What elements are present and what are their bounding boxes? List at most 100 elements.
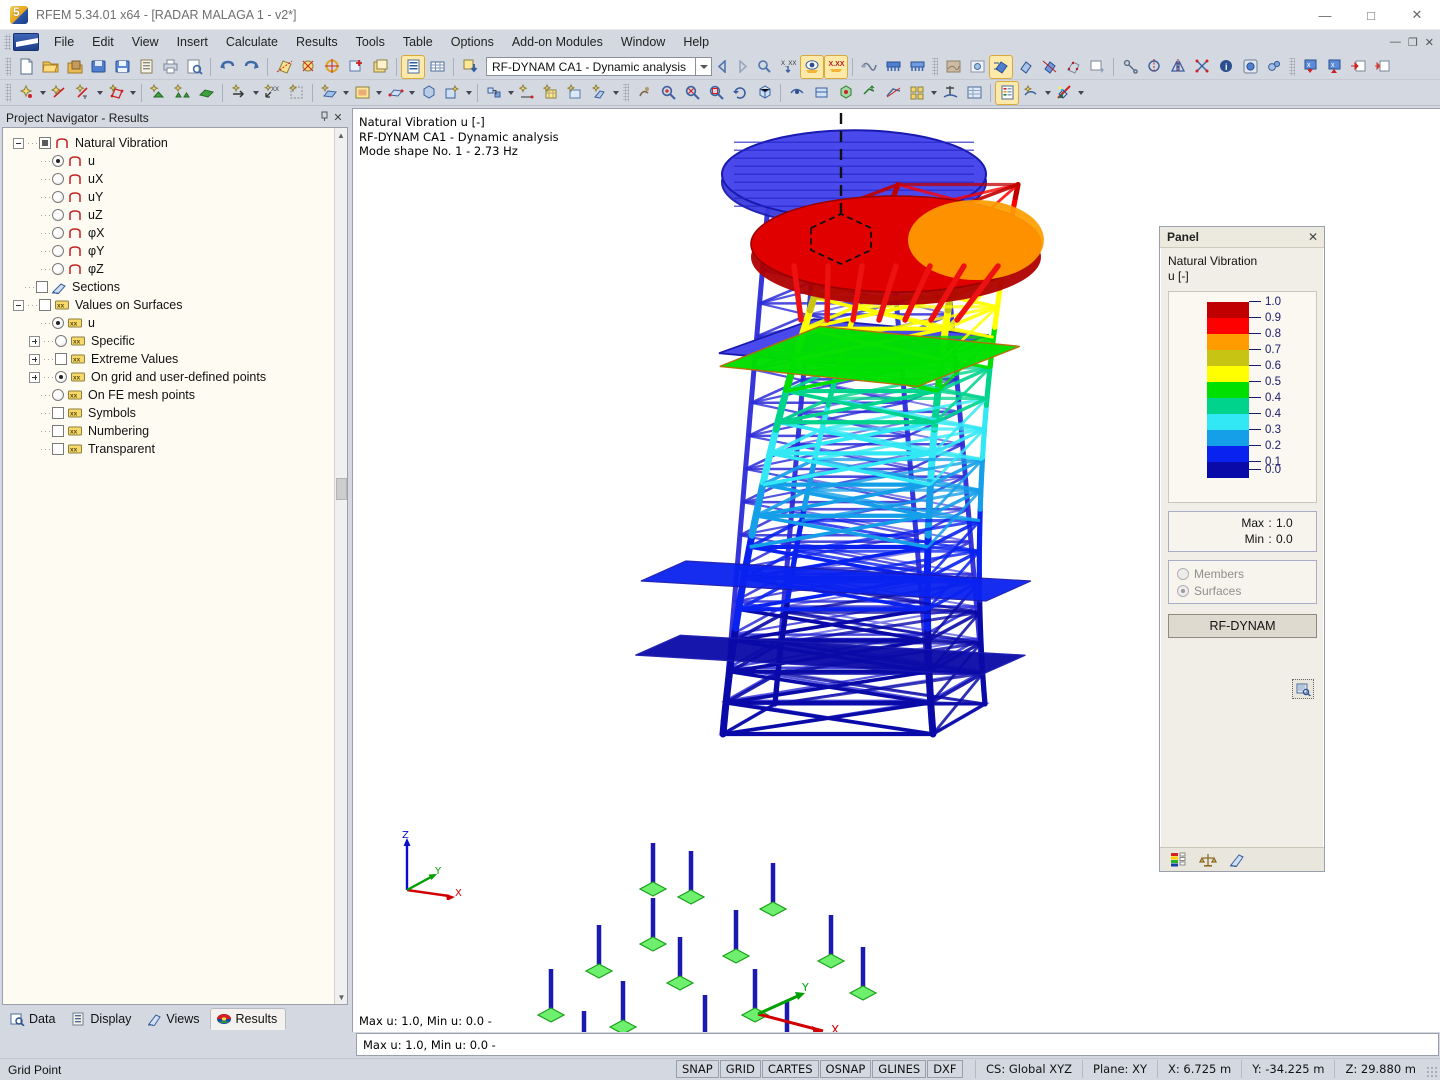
load-case-selector[interactable]: RF-DYNAM CA1 - Dynamic analysis (486, 57, 712, 76)
color-legend[interactable]: 1.00.90.80.70.60.50.40.40.30.20.10.0 (1168, 291, 1317, 503)
section-cut-icon[interactable] (882, 82, 904, 104)
toolbar-grip-handle-3[interactable] (1289, 58, 1295, 76)
redo-icon[interactable] (240, 56, 262, 78)
print-view-icon[interactable] (1086, 56, 1108, 78)
navigator-tab-results[interactable]: Results (210, 1008, 287, 1030)
snap-settings-icon[interactable] (297, 56, 319, 78)
menu-item-options[interactable]: Options (442, 32, 503, 52)
menu-item-edit[interactable]: Edit (83, 32, 123, 52)
menu-item-window[interactable]: Window (612, 32, 674, 52)
tree-radio[interactable] (52, 209, 64, 221)
rotate-icon[interactable] (1191, 56, 1213, 78)
mdi-close-button[interactable]: ✕ (1425, 36, 1434, 49)
mirror-vertical-icon[interactable] (1143, 56, 1165, 78)
save-icon[interactable] (111, 56, 133, 78)
tree-checkbox[interactable] (52, 407, 64, 419)
new-opening-icon[interactable] (351, 82, 373, 104)
render-transparent-icon[interactable] (1014, 56, 1036, 78)
new-nodal-load-icon[interactable] (228, 82, 250, 104)
maximize-button[interactable]: □ (1348, 0, 1394, 30)
new-line-support-icon[interactable] (171, 82, 193, 104)
toolbar2-grip-handle-1[interactable] (5, 84, 11, 102)
new-guideline-icon[interactable] (564, 82, 586, 104)
show-results-icon[interactable] (801, 56, 823, 78)
color-spectrum-dropdown-icon[interactable] (1076, 82, 1085, 104)
tree-expand-icon[interactable] (29, 354, 40, 365)
tree-node-y[interactable]: ···φY (13, 242, 347, 260)
export-data-icon[interactable] (1371, 56, 1393, 78)
align-icon[interactable] (939, 82, 961, 104)
tree-node-u[interactable]: ···xxu (13, 314, 347, 332)
navigator-close-icon[interactable]: ✕ (331, 111, 345, 124)
new-window-icon[interactable] (369, 56, 391, 78)
settings-icon[interactable] (1239, 56, 1261, 78)
tree-node-ux[interactable]: ···uX (13, 170, 347, 188)
color-scale-icon[interactable] (1170, 852, 1187, 867)
zoom-region-icon[interactable] (1292, 679, 1314, 699)
navigator-tab-data[interactable]: Data (4, 1008, 64, 1030)
panel-close-icon[interactable]: ✕ (1306, 230, 1320, 244)
tree-checkbox[interactable] (39, 299, 51, 311)
info-icon[interactable]: i (1215, 56, 1237, 78)
support-reactions-icon[interactable] (882, 56, 904, 78)
render-solid-icon[interactable] (942, 56, 964, 78)
view-3d-icon[interactable] (834, 82, 856, 104)
tree-node-z[interactable]: ···φZ (13, 260, 347, 278)
new-nodal-support-icon[interactable] (147, 82, 169, 104)
result-display-options-icon[interactable] (1020, 82, 1042, 104)
menu-item-tools[interactable]: Tools (347, 32, 394, 52)
new-member-icon[interactable] (72, 82, 94, 104)
view-settings-icon[interactable] (1229, 852, 1246, 867)
work-plane-icon[interactable] (273, 56, 295, 78)
menu-item-view[interactable]: View (123, 32, 168, 52)
show-table-icon[interactable] (402, 56, 424, 78)
navigator-pin-icon[interactable] (317, 111, 331, 125)
zoom-window-icon[interactable] (657, 82, 679, 104)
tree-radio[interactable] (52, 191, 64, 203)
new-opening-dropdown-icon[interactable] (374, 82, 383, 104)
status-toggle-glines[interactable]: GLINES (872, 1060, 926, 1078)
new-surface-icon[interactable] (105, 82, 127, 104)
tree-checkbox[interactable] (52, 443, 64, 455)
options-gears-icon[interactable] (1263, 56, 1285, 78)
scale-balance-icon[interactable] (1199, 852, 1217, 867)
clipboard-icon[interactable] (135, 56, 157, 78)
new-member-load-icon[interactable]: XX (261, 82, 283, 104)
tree-node-specific[interactable]: ···xxSpecific (13, 332, 347, 350)
render-box-icon[interactable] (417, 82, 439, 104)
zoom-out-icon[interactable] (681, 82, 703, 104)
toolbar-grip-handle-2[interactable] (932, 58, 938, 76)
tree-node-on-grid-and-user-defined-points[interactable]: ···xxOn grid and user-defined points (13, 368, 347, 386)
status-toggle-snap[interactable]: SNAP (676, 1060, 719, 1078)
tree-node-uz[interactable]: ···uZ (13, 206, 347, 224)
zoom-all-icon[interactable] (705, 82, 727, 104)
load-case-chevron-down-icon[interactable] (696, 57, 712, 76)
save-as-icon[interactable] (87, 56, 109, 78)
scroll-down-arrow-icon[interactable]: ▼ (335, 990, 348, 1004)
color-spectrum-icon[interactable] (1053, 82, 1075, 104)
support-forces-icon[interactable] (906, 56, 928, 78)
undo-icon[interactable] (216, 56, 238, 78)
value-label-icon[interactable]: X_XX (777, 56, 799, 78)
tree-node-on-fe-mesh-points[interactable]: ···xxOn FE mesh points (13, 386, 347, 404)
new-free-load-icon[interactable] (285, 82, 307, 104)
tree-node-numbering[interactable]: ···xxNumbering (13, 422, 347, 440)
tree-collapse-icon[interactable] (13, 300, 24, 311)
tree-radio[interactable] (52, 317, 64, 329)
render-shaded-icon[interactable] (990, 56, 1012, 78)
load-case-combo-value[interactable]: RF-DYNAM CA1 - Dynamic analysis (486, 57, 696, 76)
tree-node-transparent[interactable]: ···xxTransparent (13, 440, 347, 458)
tree-node-values-on-surfaces[interactable]: ···xxValues on Surfaces (13, 296, 347, 314)
open-file-icon[interactable] (39, 56, 61, 78)
new-grid-icon[interactable] (540, 82, 562, 104)
new-file-icon[interactable] (15, 56, 37, 78)
load-case-import-icon[interactable] (459, 56, 481, 78)
next-load-case-icon[interactable] (732, 56, 752, 78)
deformation-icon[interactable] (858, 56, 880, 78)
status-toggle-osnap[interactable]: OSNAP (820, 1060, 872, 1078)
new-member-dropdown-icon[interactable] (95, 82, 104, 104)
tree-checkbox[interactable] (55, 353, 67, 365)
mdi-minimize-button[interactable]: — (1390, 36, 1401, 49)
results-tree[interactable]: ···Natural Vibration···u···uX···uY···uZ·… (2, 127, 348, 1005)
export-model-icon[interactable]: x (1323, 56, 1345, 78)
